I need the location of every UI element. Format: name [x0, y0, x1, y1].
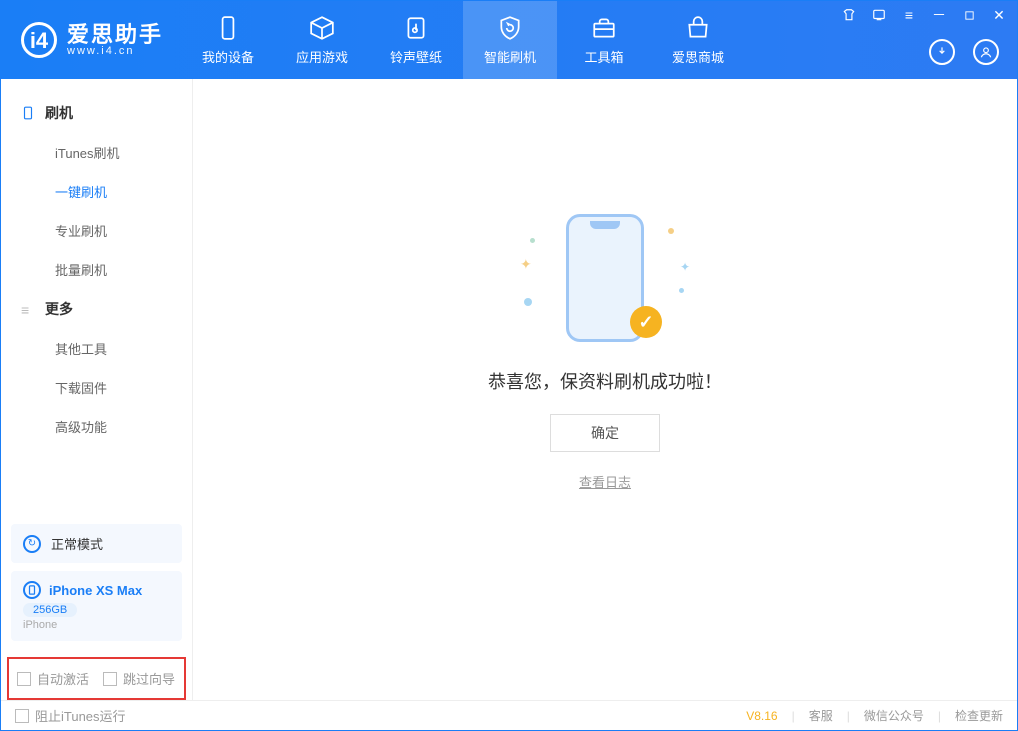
tab-label: 工具箱: [585, 47, 624, 66]
sidebar-item-itunes-flash[interactable]: iTunes刷机: [1, 133, 192, 172]
flash-options-box: 自动激活 跳过向导: [7, 657, 186, 700]
shield-refresh-icon: [497, 15, 523, 41]
minimize-button[interactable]: －: [931, 7, 947, 23]
device-name: iPhone XS Max: [49, 583, 142, 598]
tab-label: 爱思商城: [672, 47, 724, 66]
device-storage-badge: 256GB: [23, 603, 77, 617]
tab-store[interactable]: 爱思商城: [651, 1, 745, 79]
download-button[interactable]: [929, 39, 955, 65]
sidebar-item-batch-flash[interactable]: 批量刷机: [1, 250, 192, 289]
check-icon: ✓: [630, 306, 662, 338]
success-message: 恭喜您，保资料刷机成功啦！: [488, 368, 722, 394]
device-mode-card[interactable]: ↻ 正常模式: [11, 524, 182, 563]
main-tabs: 我的设备 应用游戏 铃声壁纸 智能刷机 工具箱 爱思商城: [181, 1, 745, 79]
checkbox-icon: [15, 709, 29, 723]
tab-label: 铃声壁纸: [390, 47, 442, 66]
checkbox-skip-wizard[interactable]: 跳过向导: [103, 669, 175, 688]
skin-icon[interactable]: [841, 7, 857, 23]
checkbox-label: 自动激活: [37, 669, 89, 688]
cube-icon: [309, 15, 335, 41]
sidebar-item-other-tools[interactable]: 其他工具: [1, 329, 192, 368]
maximize-button[interactable]: [961, 7, 977, 23]
phone-icon: [215, 15, 241, 41]
wechat-link[interactable]: 微信公众号: [864, 707, 924, 724]
app-logo: i4 爱思助手 www.i4.cn: [1, 1, 181, 79]
support-link[interactable]: 客服: [809, 707, 833, 724]
sidebar-item-advanced[interactable]: 高级功能: [1, 407, 192, 446]
sidebar-item-oneclick-flash[interactable]: 一键刷机: [1, 172, 192, 211]
checkbox-block-itunes[interactable]: 阻止iTunes运行: [15, 706, 126, 725]
main-content: ✦✦ ✓ 恭喜您，保资料刷机成功啦！ 确定 查看日志: [193, 79, 1017, 700]
status-bar: 阻止iTunes运行 V8.16 | 客服 | 微信公众号 | 检查更新: [1, 700, 1017, 730]
device-type: iPhone: [23, 619, 170, 631]
app-name: 爱思助手: [67, 23, 163, 46]
logo-icon: i4: [21, 22, 57, 58]
tab-label: 智能刷机: [484, 47, 536, 66]
check-update-link[interactable]: 检查更新: [955, 707, 1003, 724]
sidebar-item-pro-flash[interactable]: 专业刷机: [1, 211, 192, 250]
mode-label: 正常模式: [51, 534, 103, 553]
tab-apps[interactable]: 应用游戏: [275, 1, 369, 79]
list-icon: ≡: [21, 302, 35, 316]
menu-icon[interactable]: ≡: [901, 7, 917, 23]
sidebar-item-download-fw[interactable]: 下载固件: [1, 368, 192, 407]
success-illustration: ✦✦ ✓: [520, 208, 690, 348]
tab-my-device[interactable]: 我的设备: [181, 1, 275, 79]
sidebar-group-flash: 刷机: [1, 93, 192, 133]
view-log-link[interactable]: 查看日志: [579, 472, 631, 491]
sidebar: 刷机 iTunes刷机 一键刷机 专业刷机 批量刷机 ≡ 更多 其他工具 下载固…: [1, 79, 193, 700]
checkbox-icon: [103, 672, 117, 686]
sidebar-group-more: ≡ 更多: [1, 289, 192, 329]
app-header: i4 爱思助手 www.i4.cn 我的设备 应用游戏 铃声壁纸 智能刷机 工具…: [1, 1, 1017, 79]
checkbox-auto-activate[interactable]: 自动激活: [17, 669, 89, 688]
tab-smart-flash[interactable]: 智能刷机: [463, 1, 557, 79]
close-button[interactable]: ✕: [991, 7, 1007, 23]
store-icon: [685, 15, 711, 41]
ok-button[interactable]: 确定: [550, 414, 660, 452]
music-icon: [403, 15, 429, 41]
tab-ringtones[interactable]: 铃声壁纸: [369, 1, 463, 79]
tab-label: 应用游戏: [296, 47, 348, 66]
device-icon: [23, 581, 41, 599]
account-button[interactable]: [973, 39, 999, 65]
group-label: 刷机: [45, 103, 73, 123]
checkbox-label: 跳过向导: [123, 669, 175, 688]
checkbox-icon: [17, 672, 31, 686]
checkbox-label: 阻止iTunes运行: [35, 706, 126, 725]
feedback-icon[interactable]: [871, 7, 887, 23]
group-label: 更多: [45, 299, 73, 319]
tab-toolbox[interactable]: 工具箱: [557, 1, 651, 79]
version-label: V8.16: [746, 709, 777, 723]
mode-icon: ↻: [23, 535, 41, 553]
app-site: www.i4.cn: [67, 46, 163, 58]
tab-label: 我的设备: [202, 47, 254, 66]
device-info-card[interactable]: iPhone XS Max 256GB iPhone: [11, 571, 182, 641]
toolbox-icon: [591, 15, 617, 41]
phone-outline-icon: [21, 106, 35, 120]
